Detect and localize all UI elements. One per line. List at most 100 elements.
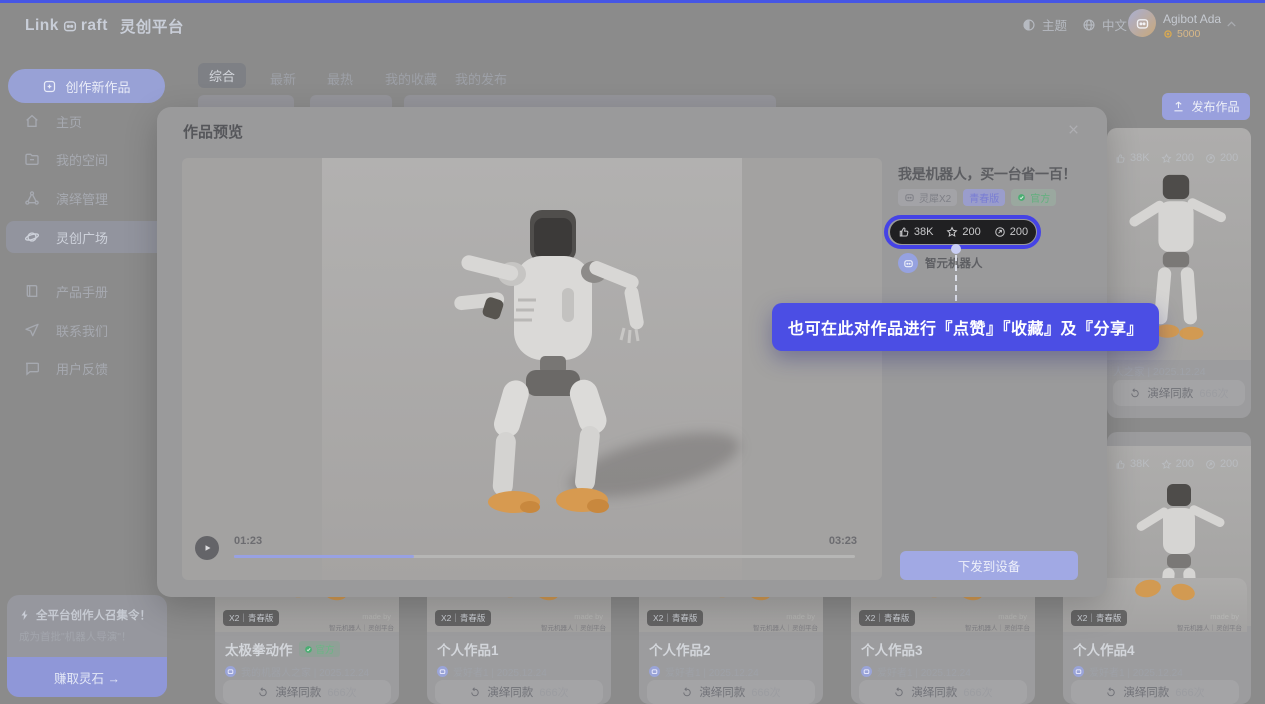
like-count: 38K [914, 226, 934, 238]
author-avatar [861, 666, 872, 677]
author-avatar [1073, 666, 1084, 677]
work-card[interactable]: 38K 200 200 人之家 | 2025.12.24 演绎同款 666次 [1107, 128, 1251, 418]
current-time: 01:23 [234, 535, 262, 547]
replay-same-button[interactable]: 演绎同款 666次 [859, 680, 1027, 704]
share-icon [994, 226, 1006, 238]
earn-gems-button[interactable]: 赚取灵石 → [7, 657, 167, 697]
book-icon [24, 283, 40, 299]
lightning-icon [19, 609, 31, 621]
theme-label: 主题 [1042, 15, 1067, 34]
loading-bar [0, 0, 1265, 3]
progress-track[interactable] [234, 555, 855, 558]
model-tag: 灵犀X2 [898, 189, 957, 206]
app-logo: Link raft 灵创平台 [25, 13, 184, 39]
home-icon [24, 113, 40, 129]
replay-count: 666次 [1199, 385, 1228, 401]
sidebar-item-contact[interactable]: 联系我们 [0, 311, 173, 349]
check-circle-icon [1017, 193, 1026, 202]
tab-my-favorites[interactable]: 我的收藏 [385, 69, 437, 88]
theme-icon [1022, 18, 1036, 32]
share-stat[interactable]: 200 [1205, 152, 1238, 164]
tab-my-posts[interactable]: 我的发布 [455, 69, 507, 88]
promo-subtitle: 成为首批"机器人导演"！ [19, 629, 131, 644]
language-switch[interactable]: 中文 [1082, 15, 1127, 34]
favorite-stat[interactable]: 200 [1161, 458, 1194, 470]
chat-icon [24, 360, 40, 376]
replay-same-button[interactable]: 演绎同款 666次 [1113, 380, 1245, 406]
square-plus-icon [42, 79, 57, 94]
create-label: 创作新作品 [65, 77, 130, 96]
likes-stat[interactable]: 38K [1115, 458, 1150, 470]
work-tags: 灵犀X2 青春版 官方 [898, 189, 1056, 206]
sidebar-item-label: 主页 [56, 112, 82, 131]
sidebar-item-my-space[interactable]: 我的空间 [0, 140, 173, 178]
card-title: 个人作品2 [649, 639, 711, 659]
card-stats: 38K 200 200 [1115, 152, 1238, 164]
watermark: made by [998, 612, 1027, 621]
star-icon [946, 226, 958, 238]
share-stat[interactable]: 200 [1205, 458, 1238, 470]
nodes-icon [24, 190, 40, 206]
replay-same-button[interactable]: 演绎同款 666次 [1071, 680, 1239, 704]
card-author-line: 人之家 | 2025.12.24 [1113, 364, 1206, 379]
sidebar-item-label: 灵创广场 [56, 228, 108, 247]
create-new-work-button[interactable]: 创作新作品 [8, 69, 165, 103]
replay-same-button[interactable]: 演绎同款 666次 [647, 680, 815, 704]
deploy-to-device-button[interactable]: 下发到设备 [900, 551, 1078, 580]
close-icon[interactable] [1066, 122, 1081, 137]
sidebar-item-feedback[interactable]: 用户反馈 [0, 349, 173, 387]
share-button[interactable]: 200 [994, 226, 1028, 238]
replay-label: 演绎同款 [1123, 684, 1169, 700]
video-player[interactable]: 01:23 03:23 [182, 158, 882, 580]
replay-label: 演绎同款 [699, 684, 745, 700]
replay-same-button[interactable]: 演绎同款 666次 [435, 680, 603, 704]
user-coins: 5000 [1163, 28, 1200, 40]
author-avatar [437, 666, 448, 677]
favorite-stat[interactable]: 200 [1161, 152, 1194, 164]
user-avatar[interactable] [1128, 9, 1156, 37]
watermark: made by [786, 612, 815, 621]
robot-face-icon [904, 192, 915, 203]
sidebar-item-manual[interactable]: 产品手册 [0, 272, 173, 310]
sidebar-item-home[interactable]: 主页 [0, 102, 173, 140]
author-avatar [898, 253, 918, 273]
model-badge: X2｜青春版 [647, 610, 703, 626]
robot-face-icon [62, 18, 78, 34]
card-title: 个人作品4 [1073, 639, 1135, 659]
progress-fill [234, 555, 414, 558]
tab-hottest[interactable]: 最热 [327, 69, 353, 88]
watermark: made by [362, 612, 391, 621]
watermark-line2: 智元机器人｜灵创平台 [965, 622, 1030, 632]
replay-icon [681, 686, 693, 698]
favorite-button[interactable]: 200 [946, 226, 980, 238]
tab-all[interactable]: 综合 [198, 63, 246, 88]
modal-title: 作品预览 [183, 121, 243, 142]
chevron-up-icon[interactable] [1224, 17, 1239, 32]
tour-connector-dot [951, 244, 961, 254]
globe-icon [1082, 18, 1096, 32]
sidebar-item-plaza[interactable]: 灵创广场 [0, 218, 173, 256]
play-button[interactable] [195, 536, 219, 560]
tour-connector-dashed-line [955, 255, 957, 301]
sidebar-item-performance[interactable]: 演绎管理 [0, 179, 173, 217]
replay-count: 666次 [539, 684, 568, 700]
likes-stat[interactable]: 38K [1115, 152, 1150, 164]
replay-count: 666次 [1175, 684, 1204, 700]
watermark-line2: 智元机器人｜灵创平台 [329, 622, 394, 632]
card-author: 爱好者1 | 2025.12.24 [437, 664, 547, 679]
replay-icon [1129, 387, 1141, 399]
watermark-line2: 智元机器人｜灵创平台 [541, 622, 606, 632]
card-stats: 38K 200 200 [1115, 458, 1238, 470]
theme-toggle[interactable]: 主题 [1022, 15, 1067, 34]
replay-same-button[interactable]: 演绎同款 666次 [223, 680, 391, 704]
favorite-count: 200 [962, 226, 980, 238]
like-button[interactable]: 38K [898, 226, 934, 238]
tab-newest[interactable]: 最新 [270, 69, 296, 88]
sidebar-item-label: 联系我们 [56, 321, 108, 340]
work-author-row[interactable]: 智元机器人 [898, 253, 983, 273]
replay-icon [893, 686, 905, 698]
logo-cn: 灵创平台 [120, 15, 184, 37]
author-avatar [649, 666, 660, 677]
publish-work-button[interactable]: 发布作品 [1162, 93, 1250, 120]
work-title: 我是机器人，买一台省一百！ [898, 164, 1093, 184]
